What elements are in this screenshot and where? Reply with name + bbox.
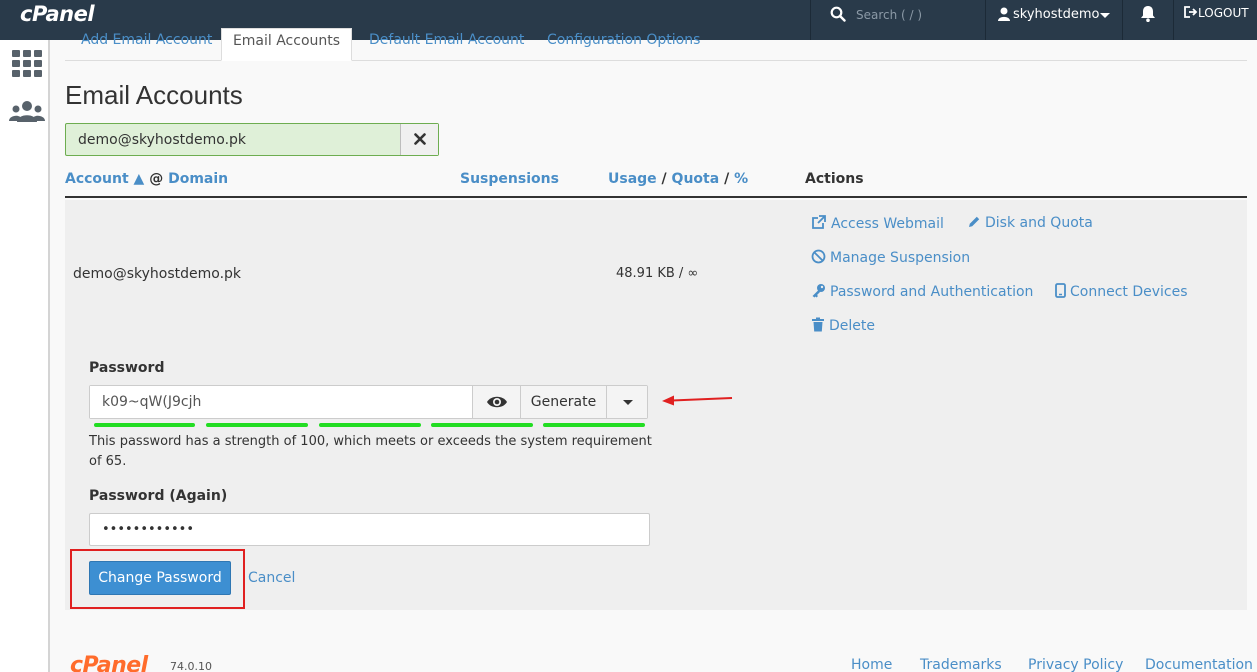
usage-cell: 48.91 KB / ∞ — [616, 266, 699, 281]
tab-configuration-options[interactable]: Configuration Options — [547, 28, 717, 61]
tab-add-email-account[interactable]: Add Email Account — [81, 28, 219, 61]
divider — [810, 0, 811, 40]
action-label: Manage Suspension — [830, 250, 971, 266]
apps-grid-icon[interactable] — [12, 50, 42, 78]
actions-header: Actions — [805, 171, 864, 187]
logout-label: LOGOUT — [1198, 6, 1249, 20]
username: skyhostdemo — [1013, 7, 1100, 22]
action-label: Delete — [829, 318, 875, 334]
action-label: Access Webmail — [831, 216, 944, 232]
password-again-field[interactable] — [89, 513, 650, 546]
delete-link[interactable]: Delete — [811, 317, 875, 334]
divider — [1173, 0, 1174, 40]
close-icon — [414, 133, 426, 145]
footer-link-privacy-policy[interactable]: Privacy Policy — [1028, 657, 1123, 672]
ban-icon — [811, 249, 826, 264]
search-input[interactable] — [856, 6, 976, 24]
logout-button[interactable]: LOGOUT — [1184, 6, 1249, 20]
password-field[interactable] — [90, 386, 472, 418]
chevron-down-icon — [623, 400, 633, 405]
suspensions-header[interactable]: Suspensions — [460, 171, 559, 187]
connect-devices-link[interactable]: Connect Devices — [1055, 283, 1188, 300]
clear-filter-button[interactable] — [400, 124, 438, 155]
chevron-down-icon — [1100, 13, 1110, 18]
divider — [1122, 0, 1123, 40]
cpanel-logo[interactable]: cPanel — [20, 2, 95, 26]
domain-header[interactable]: Domain — [168, 171, 228, 187]
key-icon — [812, 284, 825, 298]
strength-meter-segment — [206, 423, 308, 427]
generator-options-dropdown[interactable] — [606, 386, 647, 418]
separator: / — [661, 171, 667, 187]
password-strength-text: This password has a strength of 100, whi… — [89, 434, 652, 469]
user-icon — [998, 7, 1010, 21]
account-header[interactable]: Account ▲ — [65, 171, 144, 187]
usage-quota-header: Usage / Quota / % — [608, 171, 748, 187]
generate-password-button[interactable]: Generate — [520, 386, 606, 418]
account-filter — [65, 123, 439, 156]
search-box[interactable] — [812, 0, 984, 40]
left-sidebar — [0, 40, 50, 672]
separator: / — [724, 171, 730, 187]
percent-header[interactable]: % — [734, 171, 748, 187]
footer-link-documentation[interactable]: Documentation — [1145, 657, 1253, 672]
strength-meter-segment — [543, 423, 645, 427]
page-title: Email Accounts — [65, 80, 243, 110]
action-label: Disk and Quota — [985, 215, 1093, 231]
password-again-label: Password (Again) — [89, 488, 228, 504]
password-and-authentication-link[interactable]: Password and Authentication — [811, 283, 1033, 300]
footer-cpanel-logo[interactable]: cPanel — [70, 653, 148, 672]
bell-icon[interactable] — [1138, 4, 1158, 24]
usage-header[interactable]: Usage — [608, 171, 657, 187]
mobile-icon — [1055, 283, 1066, 298]
users-icon[interactable] — [9, 100, 45, 124]
search-filter-input[interactable] — [66, 124, 400, 155]
table-header: Account ▲ @ Domain Suspensions Usage / Q… — [65, 170, 1247, 198]
disk-and-quota-link[interactable]: Disk and Quota — [967, 215, 1093, 231]
tab-default-email-account[interactable]: Default Email Account — [369, 28, 529, 61]
at-sign: @ — [149, 171, 164, 187]
annotation-arrow-icon — [662, 395, 733, 406]
action-label: Connect Devices — [1070, 284, 1188, 300]
password-label: Password — [89, 360, 165, 376]
pencil-icon — [969, 216, 980, 227]
account-cell: demo@skyhostdemo.pk — [73, 266, 242, 282]
quota-header[interactable]: Quota — [672, 171, 720, 187]
strength-meter-segment — [94, 423, 195, 427]
cancel-link[interactable]: Cancel — [248, 570, 295, 586]
footer-link-home[interactable]: Home — [851, 657, 892, 672]
logout-icon — [1184, 6, 1198, 18]
version-label: 74.0.10 — [170, 660, 212, 672]
user-menu[interactable]: skyhostdemo — [986, 0, 1122, 40]
manage-suspension-link[interactable]: Manage Suspension — [811, 249, 970, 266]
strength-meter-segment — [431, 423, 533, 427]
eye-icon — [487, 396, 507, 408]
action-label: Password and Authentication — [830, 284, 1034, 300]
annotation-highlight-box — [70, 549, 245, 609]
show-password-button[interactable] — [472, 386, 520, 418]
search-icon — [830, 6, 846, 22]
access-webmail-link[interactable]: Access Webmail — [811, 215, 944, 232]
tab-bar: Add Email Account Email Accounts Default… — [65, 28, 1247, 61]
external-link-icon — [812, 215, 826, 229]
password-input-group: Generate — [89, 385, 648, 419]
sort-by-account[interactable]: Account ▲ @ Domain — [65, 171, 228, 187]
trash-icon — [812, 317, 824, 332]
strength-meter-segment — [319, 423, 421, 427]
tab-email-accounts[interactable]: Email Accounts — [221, 28, 352, 61]
footer-link-trademarks[interactable]: Trademarks — [920, 657, 1002, 672]
